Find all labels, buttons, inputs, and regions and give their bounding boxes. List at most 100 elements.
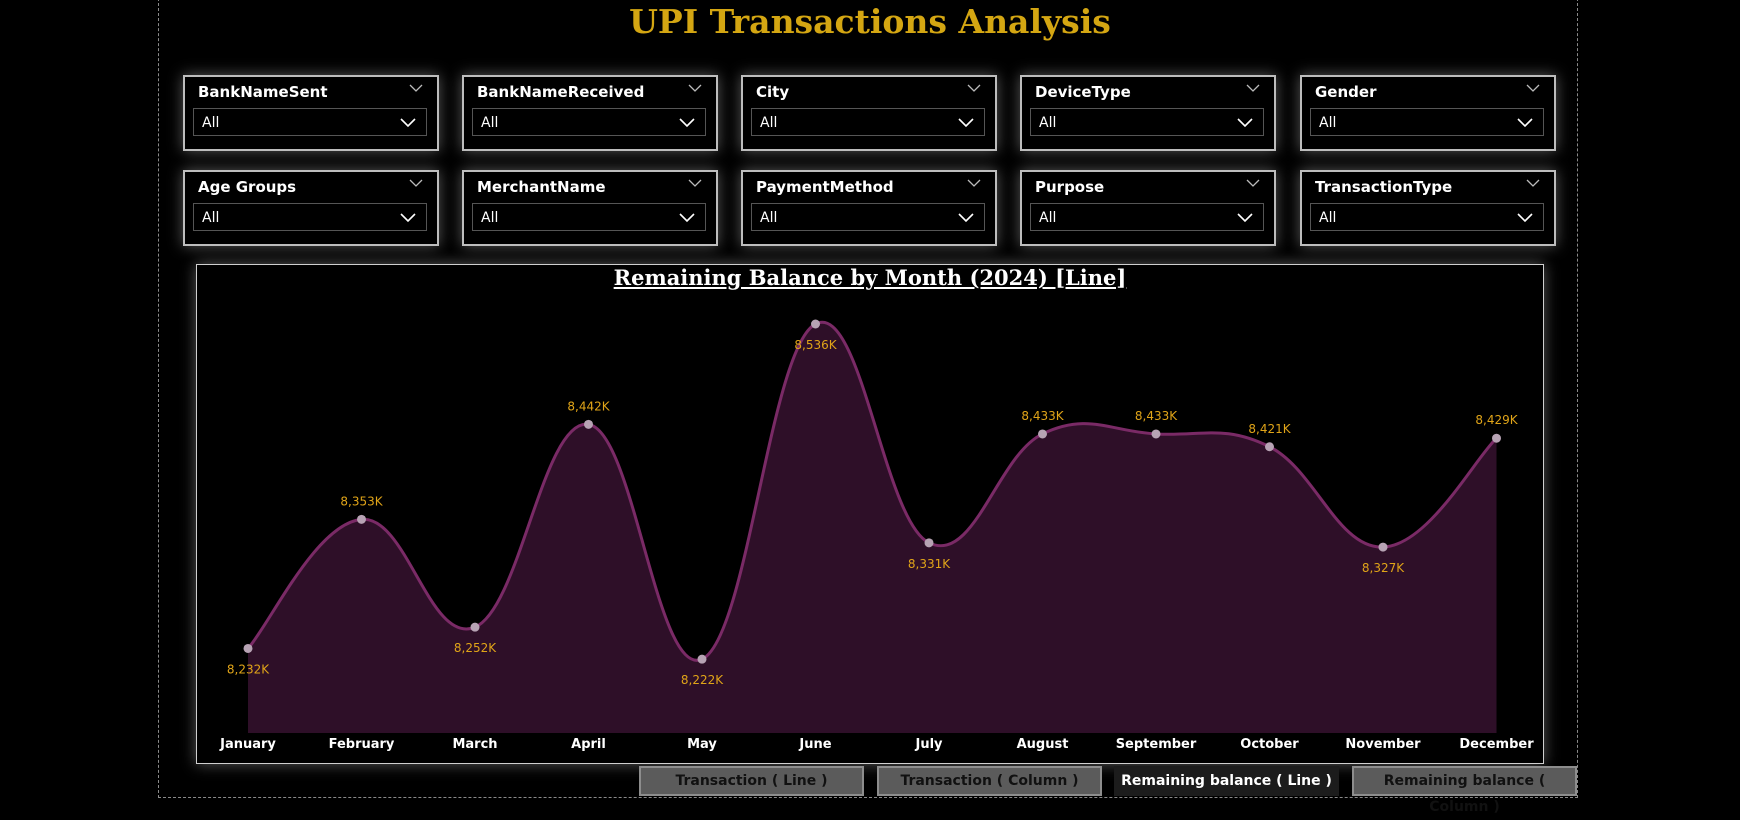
slicer-value: All (1039, 115, 1057, 131)
tab-remaining-balance-line[interactable]: Remaining balance ( Line ) (1114, 766, 1339, 796)
slicer-value: All (202, 115, 220, 131)
data-label: 8,353K (340, 494, 383, 508)
slicer-dropdown[interactable]: All (1310, 108, 1544, 136)
slicer-dropdown[interactable]: All (193, 203, 427, 231)
slicer-bank-name-sent[interactable]: BankNameSent All (183, 75, 439, 151)
chevron-down-icon (400, 118, 416, 128)
x-tick-label: June (798, 737, 831, 752)
slicer-value: All (1319, 210, 1337, 226)
data-point (470, 622, 480, 632)
slicer-dropdown[interactable]: All (1310, 203, 1544, 231)
x-tick-label: May (687, 737, 717, 752)
data-label: 8,536K (794, 338, 837, 352)
data-label: 8,433K (1135, 409, 1178, 423)
slicer-label: City (756, 83, 790, 101)
x-tick-label: March (452, 737, 497, 752)
data-point (1378, 542, 1388, 552)
chevron-down-icon[interactable] (967, 83, 981, 93)
chevron-down-icon[interactable] (1526, 178, 1540, 188)
chevron-down-icon (679, 118, 695, 128)
data-point (243, 643, 253, 653)
data-point (1038, 429, 1047, 439)
slicer-city[interactable]: City All (741, 75, 997, 151)
data-label: 8,222K (681, 673, 724, 687)
x-tick-label: December (1459, 737, 1534, 752)
data-point (697, 654, 707, 664)
chevron-down-icon (1237, 118, 1253, 128)
x-tick-label: August (1017, 737, 1069, 752)
data-label: 8,331K (908, 557, 951, 571)
data-label: 8,327K (1362, 561, 1405, 575)
x-tick-label: November (1345, 737, 1421, 752)
slicer-value: All (760, 115, 778, 131)
slicer-dropdown[interactable]: All (751, 203, 985, 231)
slicer-value: All (481, 115, 499, 131)
data-point (811, 319, 820, 329)
chevron-down-icon[interactable] (1526, 83, 1540, 93)
slicer-purpose[interactable]: Purpose All (1020, 170, 1276, 246)
slicer-value: All (1319, 115, 1337, 131)
chevron-down-icon[interactable] (1246, 178, 1260, 188)
slicer-value: All (760, 210, 778, 226)
slicer-payment-method[interactable]: PaymentMethod All (741, 170, 997, 246)
chevron-down-icon[interactable] (967, 178, 981, 188)
chevron-down-icon (400, 213, 416, 223)
chevron-down-icon (679, 213, 695, 223)
x-tick-label: October (1240, 737, 1299, 752)
chart-plot: 8,232K January 8,353K February 8,252K March 8,… (219, 319, 1534, 752)
slicer-dropdown[interactable]: All (193, 108, 427, 136)
slicer-label: Purpose (1035, 178, 1105, 196)
data-label: 8,232K (227, 662, 270, 676)
slicer-dropdown[interactable]: All (751, 108, 985, 136)
chevron-down-icon[interactable] (688, 178, 702, 188)
slicer-label: BankNameReceived (477, 83, 645, 101)
slicer-value: All (481, 210, 499, 226)
data-label: 8,433K (1021, 409, 1064, 423)
slicer-transaction-type[interactable]: TransactionType All (1300, 170, 1556, 246)
x-tick-label: January (219, 737, 276, 752)
slicer-dropdown[interactable]: All (1030, 108, 1264, 136)
area-fill (248, 322, 1497, 733)
data-point (584, 419, 593, 429)
slicer-device-type[interactable]: DeviceType All (1020, 75, 1276, 151)
data-label: 8,442K (567, 399, 610, 413)
slicer-value: All (1039, 210, 1057, 226)
report-title: UPI Transactions Analysis (629, 2, 1111, 41)
slicer-label: PaymentMethod (756, 178, 894, 196)
chevron-down-icon[interactable] (409, 83, 423, 93)
data-point (924, 538, 934, 548)
chevron-down-icon (1517, 213, 1533, 223)
data-label: 8,252K (454, 641, 497, 655)
slicer-label: Age Groups (198, 178, 297, 196)
data-point (357, 514, 366, 524)
data-label: 8,421K (1248, 422, 1291, 436)
slicer-label: Gender (1315, 83, 1377, 101)
slicer-dropdown[interactable]: All (472, 108, 706, 136)
slicer-dropdown[interactable]: All (472, 203, 706, 231)
data-point (1151, 429, 1161, 439)
slicer-age-groups[interactable]: Age Groups All (183, 170, 439, 246)
x-tick-label: April (571, 737, 606, 752)
tab-remaining-balance-column[interactable]: Remaining balance ( Column ) (1352, 766, 1577, 815)
x-tick-label: July (914, 737, 943, 752)
tab-transaction-column[interactable]: Transaction ( Column ) (877, 766, 1102, 796)
chevron-down-icon[interactable] (688, 83, 702, 93)
remaining-balance-chart[interactable]: Remaining Balance by Month (2024) [Line]… (196, 264, 1544, 764)
x-tick-label: September (1116, 737, 1197, 752)
slicer-merchant-name[interactable]: MerchantName All (462, 170, 718, 246)
chevron-down-icon[interactable] (409, 178, 423, 188)
slicer-label: MerchantName (477, 178, 606, 196)
chevron-down-icon (1517, 118, 1533, 128)
slicer-value: All (202, 210, 220, 226)
data-point (1492, 433, 1501, 443)
slicer-bank-name-received[interactable]: BankNameReceived All (462, 75, 718, 151)
slicer-gender[interactable]: Gender All (1300, 75, 1556, 151)
slicer-label: BankNameSent (198, 83, 328, 101)
chevron-down-icon (1237, 213, 1253, 223)
chevron-down-icon (958, 118, 974, 128)
chevron-down-icon (958, 213, 974, 223)
slicer-label: TransactionType (1315, 178, 1453, 196)
chevron-down-icon[interactable] (1246, 83, 1260, 93)
slicer-dropdown[interactable]: All (1030, 203, 1264, 231)
tab-transaction-line[interactable]: Transaction ( Line ) (639, 766, 864, 796)
